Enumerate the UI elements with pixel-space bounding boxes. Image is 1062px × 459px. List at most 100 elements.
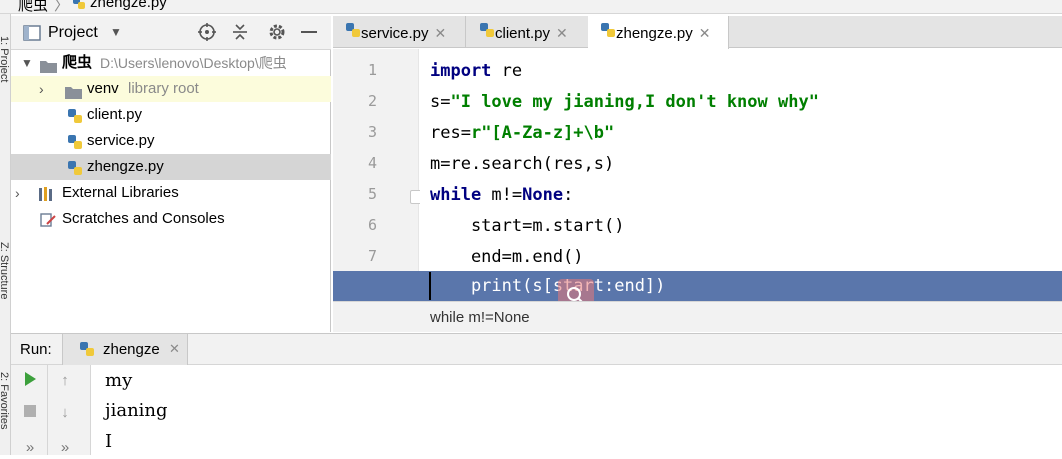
code-text: res= [430, 123, 471, 143]
tree-item-label: zhengze.py [87, 158, 164, 175]
close-icon[interactable]: ✕ [169, 341, 180, 357]
line-number: 3 [367, 123, 377, 141]
keyword: while [430, 185, 482, 205]
console-line: jianing [105, 400, 168, 421]
python-file-icon [79, 341, 95, 361]
run-icon[interactable] [19, 371, 41, 393]
editor-gutter: 1 2 3 4 5 6 7 [333, 49, 419, 301]
line-number: 2 [367, 92, 377, 110]
tree-item-zhengze[interactable]: zhengze.py [11, 154, 331, 180]
chevron-right-icon[interactable]: › [15, 180, 20, 206]
selected-line: print(s[start:end]) [333, 271, 1062, 301]
tree-item-label: client.py [87, 106, 143, 123]
tree-item-label: Scratches and Consoles [62, 210, 225, 227]
keyword: None [522, 185, 564, 205]
close-icon[interactable]: ✕ [556, 25, 568, 41]
python-file-icon [479, 17, 495, 51]
tab-label: service.py [361, 25, 429, 42]
code-line-5: while m!=None: [430, 185, 573, 205]
tree-item-root[interactable]: ▼ 爬虫 D:\Users\lenovo\Desktop\爬虫 [11, 50, 331, 76]
code-text: s= [430, 92, 451, 112]
code-line-3: res=r"[A-Za-z]+\b" [430, 123, 614, 143]
tab-zhengze-py[interactable]: zhengze.py ✕ [588, 16, 729, 49]
code-text: re [491, 61, 523, 81]
tree-item-service[interactable]: service.py [11, 128, 331, 154]
breadcrumb-root[interactable]: 爬虫 [18, 0, 48, 13]
tree-item-venv[interactable]: › venv library root [11, 76, 331, 102]
code-text: : [563, 185, 574, 205]
chevron-down-icon[interactable]: ▼ [21, 50, 33, 76]
run-console-output[interactable]: my jianing I [92, 365, 1062, 455]
scratches-icon [39, 211, 57, 237]
line-number: 6 [367, 216, 377, 234]
locate-target-icon[interactable] [197, 22, 217, 46]
tree-item-path: D:\Users\lenovo\Desktop\爬虫 [100, 55, 287, 71]
console-line: I [105, 431, 113, 452]
favorites-tool-button[interactable]: 2: Favorites [0, 372, 10, 429]
structure-tool-button[interactable]: Z: Structure [0, 242, 10, 299]
keyword: import [430, 61, 492, 81]
python-file-icon [345, 17, 361, 51]
line-number: 1 [367, 61, 377, 79]
run-label: Run: [20, 341, 52, 358]
editor-breadcrumb-bar: while m!=None [333, 301, 1062, 332]
tab-service-py[interactable]: service.py ✕ [333, 16, 466, 48]
line-number: 7 [367, 247, 377, 265]
console-line: my [105, 370, 133, 391]
close-icon[interactable]: ✕ [699, 25, 711, 41]
string-literal: r"[A-Za-z]+\b" [470, 123, 615, 143]
left-tool-stripe: 1: Project Z: Structure 2: Favorites [0, 14, 11, 455]
tab-client-py[interactable]: client.py ✕ [465, 16, 589, 48]
tree-item-label: External Libraries [62, 184, 179, 201]
chevron-down-icon[interactable]: ▼ [110, 25, 122, 39]
close-icon[interactable]: ✕ [435, 25, 447, 41]
code-editor[interactable]: import re s="I love my jianing,I don't k… [420, 49, 1062, 301]
stop-icon[interactable] [19, 403, 41, 425]
tree-item-label: service.py [87, 132, 155, 149]
line-number: 5 [367, 185, 377, 203]
tab-label: zhengze.py [616, 25, 693, 42]
minimize-icon[interactable] [301, 31, 317, 33]
breadcrumb-separator: 〉 [54, 0, 70, 14]
code-line-4: m=re.search(res,s) [430, 154, 615, 174]
project-view-icon [23, 25, 41, 45]
run-panel-header: Run: zhengze ✕ [11, 333, 1062, 365]
breadcrumb: 爬虫 〉 zhengze.py [0, 0, 1062, 14]
arrow-down-icon[interactable]: ↓ [54, 402, 76, 424]
tab-run-zhengze[interactable]: zhengze ✕ [62, 334, 188, 365]
tree-item-scratches[interactable]: Scratches and Consoles [11, 206, 331, 232]
gear-icon[interactable] [267, 22, 287, 46]
double-chevron-icon[interactable]: » [19, 437, 41, 459]
project-tree: ▼ 爬虫 D:\Users\lenovo\Desktop\爬虫 › venv l… [11, 50, 331, 332]
tree-item-client[interactable]: client.py [11, 102, 331, 128]
tab-label: client.py [495, 25, 551, 42]
code-line-1: import re [430, 61, 522, 81]
toolbar-divider [47, 365, 48, 455]
tree-item-external-libraries[interactable]: › External Libraries [11, 180, 331, 206]
python-file-icon [600, 17, 616, 51]
run-tab-label: zhengze [103, 341, 160, 358]
code-line-8: print(s[start:end]) [430, 276, 666, 296]
project-panel-header: Project ▼ [11, 16, 331, 50]
project-tool-button[interactable]: 1: Project [0, 36, 10, 82]
editor-tab-bar: service.py ✕ client.py ✕ zhengze.py ✕ [333, 16, 1062, 49]
code-line-6: start=m.start() [430, 216, 625, 236]
tree-item-label: venv [87, 80, 119, 97]
tree-item-label: 爬虫 [62, 54, 93, 71]
line-number: 4 [367, 154, 377, 172]
breadcrumb-python-icon [72, 0, 86, 11]
code-line-2: s="I love my jianing,I don't know why" [430, 92, 819, 112]
breadcrumb-file[interactable]: zhengze.py [90, 0, 167, 11]
double-chevron-icon[interactable]: » [54, 437, 76, 459]
code-line-7: end=m.end() [430, 247, 584, 267]
chevron-right-icon[interactable]: › [39, 76, 44, 102]
run-toolbar: » ↑ ↓ » [11, 365, 91, 456]
project-view-title[interactable]: Project [48, 24, 98, 42]
text-caret [429, 272, 431, 300]
code-text: m!= [481, 185, 523, 205]
arrow-up-icon[interactable]: ↑ [54, 370, 76, 392]
editor-context-text[interactable]: while m!=None [430, 309, 530, 326]
tree-item-detail: library root [128, 80, 199, 97]
string-literal: "I love my jianing,I don't know why" [450, 92, 819, 112]
collapse-all-icon[interactable] [230, 22, 250, 46]
